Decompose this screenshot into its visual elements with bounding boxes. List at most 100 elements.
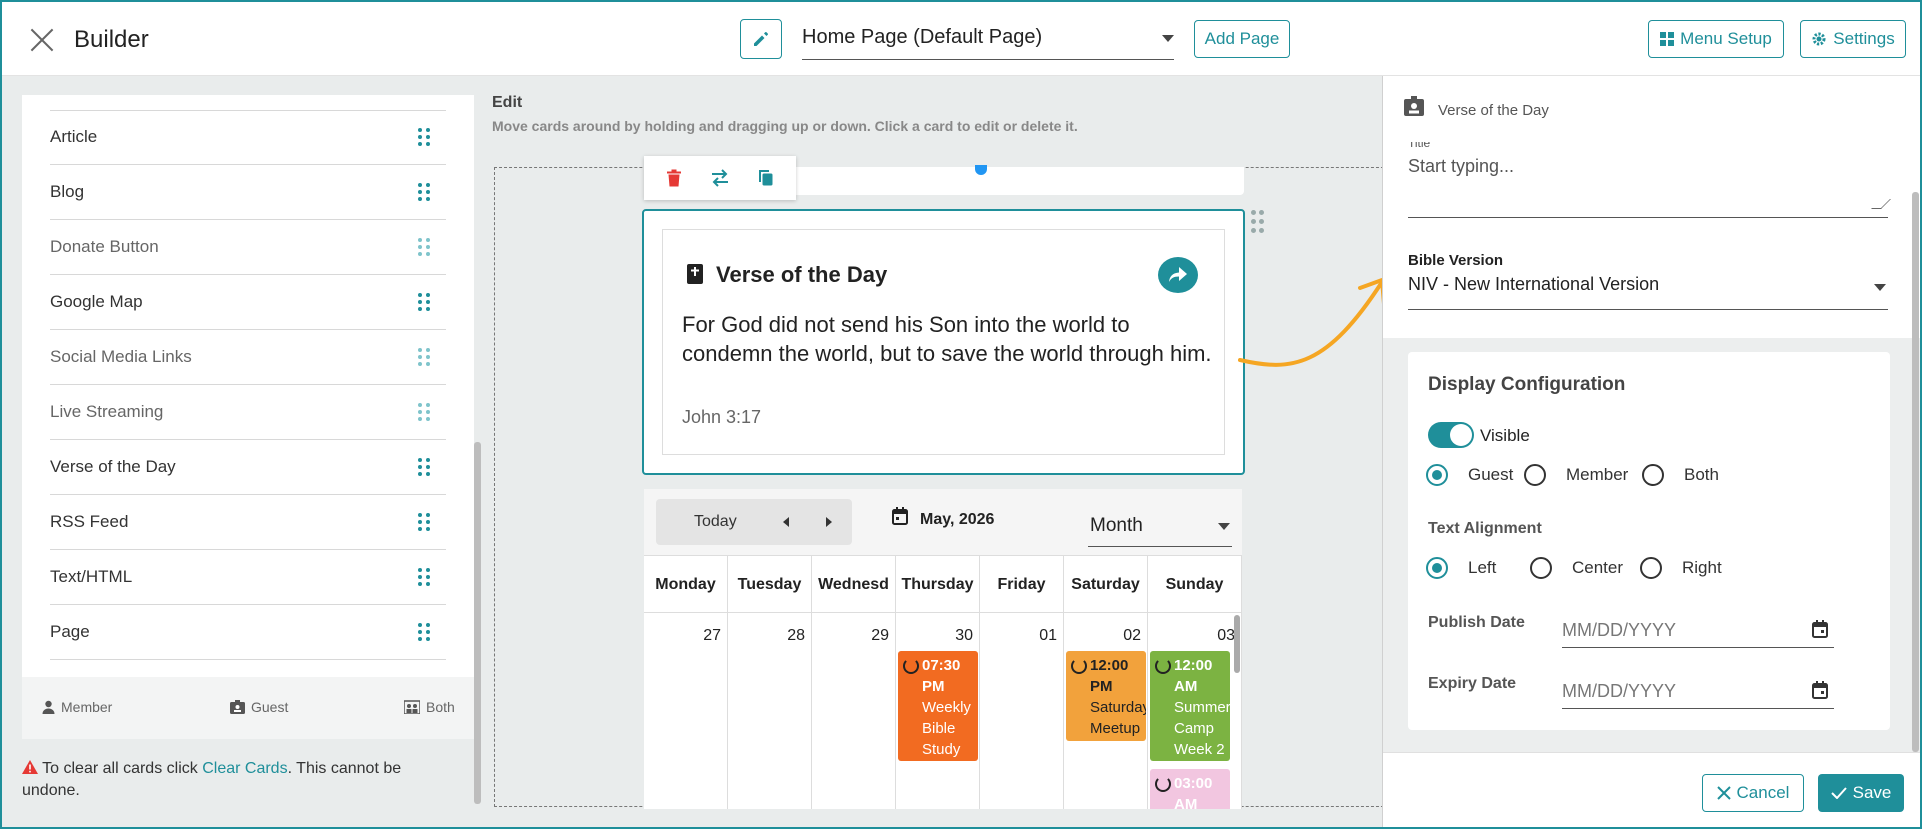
component-item-label: Article bbox=[50, 127, 98, 146]
clear-cards-link[interactable]: Clear Cards bbox=[202, 760, 287, 777]
component-item[interactable]: Live Streaming bbox=[50, 385, 446, 440]
radio-center-circle[interactable] bbox=[1530, 557, 1552, 579]
component-item[interactable]: Social Media Links bbox=[50, 330, 446, 385]
title-placeholder: Start typing... bbox=[1408, 156, 1515, 176]
bible-version-select[interactable]: NIV - New International Version bbox=[1408, 270, 1888, 310]
next-month-icon[interactable] bbox=[826, 517, 832, 527]
component-item[interactable]: Donate Button bbox=[50, 220, 446, 275]
calendar-card[interactable]: Today May, 2026 Month Monday Tuesday Wedne… bbox=[644, 489, 1242, 809]
settings-button[interactable]: Settings bbox=[1800, 20, 1906, 58]
component-list: Article Blog Donate Button Google Map Social… bbox=[50, 110, 446, 660]
radio-left[interactable]: Left bbox=[1426, 557, 1530, 579]
component-item-label: Verse of the Day bbox=[50, 457, 176, 476]
calendar-icon[interactable] bbox=[1812, 620, 1828, 638]
left-scrollbar[interactable] bbox=[474, 442, 481, 804]
radio-member[interactable]: Member bbox=[1524, 464, 1642, 486]
calendar-day-number: 01 bbox=[1039, 627, 1057, 644]
group-icon bbox=[404, 700, 420, 714]
calendar-day-number: 28 bbox=[787, 627, 805, 644]
calendar-icon[interactable] bbox=[1812, 681, 1828, 699]
copy-icon[interactable] bbox=[758, 169, 774, 187]
drag-handle-icon[interactable] bbox=[418, 293, 430, 311]
expiry-date-field[interactable]: MM/DD/YYYY bbox=[1562, 669, 1834, 709]
calendar-day-cell[interactable]: 01 bbox=[980, 613, 1064, 809]
calendar-day-cell[interactable]: 02 12:00 PM Saturday Meetup bbox=[1064, 613, 1148, 809]
drag-handle-icon[interactable] bbox=[418, 183, 430, 201]
component-item[interactable]: Verse of the Day bbox=[50, 440, 446, 495]
drag-handle-icon[interactable] bbox=[418, 238, 430, 256]
prev-month-icon[interactable] bbox=[783, 517, 789, 527]
bible-version-value: NIV - New International Version bbox=[1408, 274, 1660, 294]
drag-handle-icon[interactable] bbox=[418, 513, 430, 531]
save-button[interactable]: Save bbox=[1818, 774, 1904, 812]
properties-scrollbar[interactable] bbox=[1912, 192, 1919, 752]
radio-both[interactable]: Both bbox=[1642, 464, 1719, 486]
component-item-label: Google Map bbox=[50, 292, 143, 311]
drag-handle-icon[interactable] bbox=[418, 568, 430, 586]
drag-handle-icon[interactable] bbox=[418, 348, 430, 366]
component-item[interactable]: Page bbox=[50, 605, 446, 660]
visible-label: Visible bbox=[1480, 426, 1530, 445]
radio-member-label: Member bbox=[1566, 465, 1629, 484]
calendar-day-cell[interactable]: 28 bbox=[728, 613, 812, 809]
page-select[interactable]: Home Page (Default Page) bbox=[802, 20, 1174, 60]
app-title: Builder bbox=[74, 26, 149, 53]
radio-left-label: Left bbox=[1468, 558, 1497, 577]
calendar-scrollbar[interactable] bbox=[1234, 615, 1240, 673]
trash-icon[interactable] bbox=[666, 169, 682, 187]
check-icon bbox=[1830, 787, 1847, 799]
share-button[interactable] bbox=[1158, 257, 1198, 293]
drag-handle-icon[interactable] bbox=[418, 403, 430, 421]
visible-toggle[interactable] bbox=[1428, 422, 1474, 448]
top-bar: Builder Home Page (Default Page) Add Pag… bbox=[2, 2, 1920, 76]
builder-window: Builder Home Page (Default Page) Add Pag… bbox=[0, 0, 1922, 829]
page-select-value: Home Page (Default Page) bbox=[802, 26, 1043, 48]
component-item[interactable]: Google Map bbox=[50, 275, 446, 330]
calendar-day-cell[interactable]: 03 12:00 AM Summer Camp Week 2 03:00 AM bbox=[1148, 613, 1242, 809]
edit-page-button[interactable] bbox=[740, 19, 782, 59]
component-item-label: RSS Feed bbox=[50, 512, 129, 531]
swap-icon[interactable] bbox=[710, 169, 730, 187]
calendar-event[interactable]: 07:30 PM Weekly Bible Study bbox=[898, 651, 978, 761]
today-button[interactable]: Today bbox=[694, 513, 737, 531]
add-page-button[interactable]: Add Page bbox=[1194, 20, 1290, 58]
calendar-day-cell[interactable]: 27 bbox=[644, 613, 728, 809]
calendar-event[interactable]: 12:00 AM Summer Camp Week 2 bbox=[1150, 651, 1230, 761]
component-item-label: Blog bbox=[50, 182, 85, 201]
component-item[interactable]: RSS Feed bbox=[50, 495, 446, 550]
publish-date-field[interactable]: MM/DD/YYYY bbox=[1562, 608, 1834, 648]
legend-guest-label: Guest bbox=[251, 699, 289, 715]
radio-guest[interactable]: Guest bbox=[1426, 464, 1524, 486]
calendar-day-cell[interactable]: 29 bbox=[812, 613, 896, 809]
chevron-down-icon bbox=[1218, 523, 1230, 530]
radio-center[interactable]: Center bbox=[1530, 557, 1640, 579]
calendar-day-number: 30 bbox=[955, 627, 973, 644]
drag-handle-icon[interactable] bbox=[418, 458, 430, 476]
radio-right-circle[interactable] bbox=[1640, 557, 1662, 579]
component-item[interactable]: Article bbox=[50, 110, 446, 165]
chevron-down-icon bbox=[1162, 35, 1174, 42]
calendar-event[interactable]: 12:00 PM Saturday Meetup bbox=[1066, 651, 1146, 741]
component-item[interactable]: Text/HTML bbox=[50, 550, 446, 605]
calendar-day-cell[interactable]: 30 07:30 PM Weekly Bible Study bbox=[896, 613, 980, 809]
menu-setup-button[interactable]: Menu Setup bbox=[1648, 20, 1784, 58]
drag-handle-icon[interactable] bbox=[418, 623, 430, 641]
calendar-event[interactable]: 03:00 AM bbox=[1150, 769, 1230, 809]
radio-both-circle[interactable] bbox=[1642, 464, 1664, 486]
drag-handle-icon[interactable] bbox=[418, 128, 430, 146]
cancel-button[interactable]: Cancel bbox=[1702, 774, 1804, 812]
radio-guest-label: Guest bbox=[1468, 465, 1514, 484]
close-icon bbox=[1716, 786, 1731, 800]
calendar-event-time: 12:00 PM bbox=[1090, 657, 1129, 695]
radio-right[interactable]: Right bbox=[1640, 557, 1722, 579]
close-icon[interactable] bbox=[28, 26, 56, 54]
calendar-view-select[interactable]: Month bbox=[1088, 501, 1232, 547]
radio-guest-circle[interactable] bbox=[1426, 464, 1448, 486]
calendar-day-header: Wednesd bbox=[812, 556, 896, 614]
card-drag-handle[interactable] bbox=[1251, 210, 1265, 234]
radio-left-circle[interactable] bbox=[1426, 557, 1448, 579]
radio-member-circle[interactable] bbox=[1524, 464, 1546, 486]
calendar-event-title: Saturday Meetup bbox=[1090, 699, 1146, 737]
title-field[interactable]: Start typing... bbox=[1408, 144, 1891, 218]
component-item[interactable]: Blog bbox=[50, 165, 446, 220]
